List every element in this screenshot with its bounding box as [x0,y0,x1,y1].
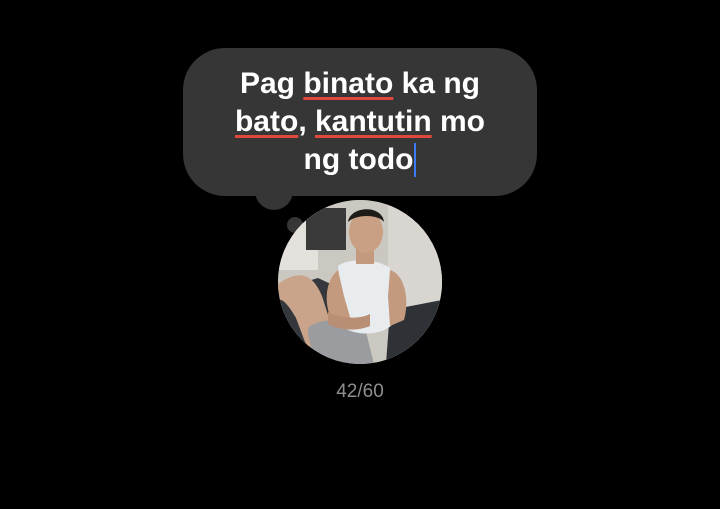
note-text-input[interactable]: Pag binato ka ng bato, kantutin mo ng to… [235,65,485,179]
note-word: mo [431,105,485,138]
note-word: Pag [239,67,304,100]
note-composer-screen: Pag binato ka ng bato, kantutin mo ng to… [0,0,720,509]
spellcheck-word[interactable]: binato [303,67,393,100]
note-word: , [298,105,315,138]
note-line-3: ng todo [235,141,485,179]
note-word: ng todo [303,143,414,176]
text-cursor [414,143,417,177]
avatar[interactable] [278,200,442,364]
bubble-tail [255,186,293,210]
spellcheck-word[interactable]: kantutin [315,105,432,138]
note-word: ka ng [393,67,481,100]
character-count: 42/60 [336,381,384,402]
profile-photo-icon [278,200,442,364]
note-line-2: bato, kantutin mo [235,103,485,141]
spellcheck-word[interactable]: bato [235,105,298,138]
note-bubble[interactable]: Pag binato ka ng bato, kantutin mo ng to… [183,48,537,196]
note-line-1: Pag binato ka ng [235,65,485,103]
